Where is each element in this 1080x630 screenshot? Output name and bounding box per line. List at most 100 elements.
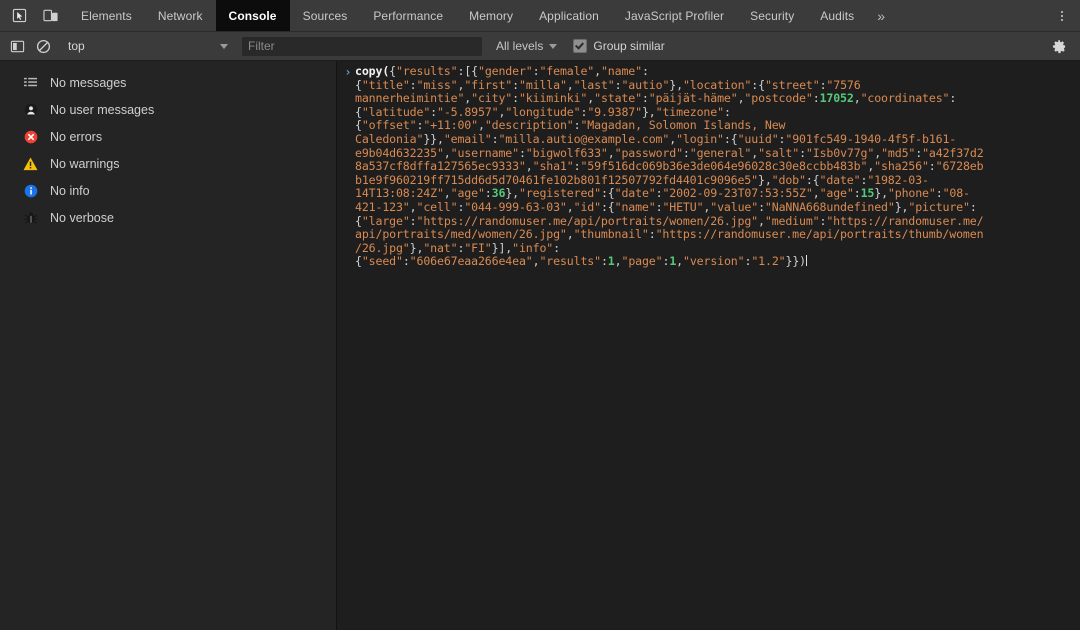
- code-token-str: "large": [361, 213, 410, 228]
- code-token-str: "first": [464, 77, 513, 92]
- code-token-str: "street": [764, 77, 820, 92]
- code-token-pun: :: [512, 91, 519, 106]
- code-token-pun: },: [669, 77, 683, 92]
- code-token-str: "thumbnail": [573, 227, 649, 242]
- code-token-str: "milla.autio@example.com": [498, 131, 670, 146]
- code-token-str: "seed": [361, 254, 403, 269]
- sidebar-item-messages[interactable]: No messages: [0, 69, 336, 96]
- device-toolbar-icon[interactable]: [38, 4, 64, 28]
- prompt-arrow-icon: ›: [344, 65, 352, 79]
- code-token-str: "date": [614, 186, 656, 201]
- sidebar-item-errors[interactable]: No errors: [0, 123, 336, 150]
- tab-audits[interactable]: Audits: [807, 0, 867, 31]
- tabbar-tool-icons: [0, 0, 68, 31]
- code-token-str: "offset": [361, 118, 417, 133]
- code-token-str: "info": [512, 240, 554, 255]
- code-token-pun: },: [409, 240, 424, 255]
- code-token-str: "version": [683, 254, 745, 269]
- tab-performance[interactable]: Performance: [360, 0, 456, 31]
- code-token-str: "gender": [477, 64, 533, 78]
- tab-javascript-profiler[interactable]: JavaScript Profiler: [612, 0, 737, 31]
- code-token-pun: ,: [477, 118, 485, 133]
- console-body: No messages No user messages No errors N…: [0, 61, 1080, 630]
- code-token-str: "general": [689, 145, 752, 160]
- sidebar-item-verbose[interactable]: No verbose: [0, 204, 336, 231]
- filter-input[interactable]: [242, 36, 482, 56]
- code-token-str: "cell": [416, 199, 458, 214]
- console-filterbar: top All levels Group similar: [0, 32, 1080, 61]
- code-token-str: "HETU": [662, 199, 704, 214]
- code-token-pun: :{: [600, 199, 615, 214]
- console-expression-code[interactable]: copy({"results":[{"gender":"female","nam…: [355, 64, 1074, 269]
- code-token-pun: :: [409, 77, 417, 92]
- code-token-pun: :: [799, 145, 806, 160]
- code-token-fn: copy(: [355, 64, 390, 78]
- code-token-str: "milla": [518, 77, 567, 92]
- code-token-str: "username": [450, 145, 519, 160]
- text-cursor: [805, 255, 807, 267]
- execution-context-select[interactable]: top: [60, 35, 234, 57]
- code-token-str: "NaNNA668undefined": [764, 199, 895, 214]
- info-icon: [23, 183, 38, 198]
- code-token-pun: :{: [751, 77, 765, 92]
- code-token-str: "city": [471, 91, 513, 106]
- clear-console-icon[interactable]: [30, 35, 56, 57]
- sidebar-item-user-messages[interactable]: No user messages: [0, 96, 336, 123]
- console-sidebar: No messages No user messages No errors N…: [0, 61, 337, 630]
- tab-console[interactable]: Console: [215, 0, 290, 31]
- group-similar-checkbox[interactable]: Group similar: [573, 39, 665, 53]
- code-token-str: "medium": [764, 213, 820, 228]
- code-token-str: "date": [819, 172, 861, 187]
- code-token-str: "postcode": [744, 91, 813, 106]
- code-token-str: "uuid": [737, 131, 779, 146]
- code-token-pun: },: [894, 199, 909, 214]
- inspect-element-icon[interactable]: [6, 4, 32, 28]
- tab-network[interactable]: Network: [145, 0, 216, 31]
- code-token-pun: }],: [491, 240, 513, 255]
- code-token-pun: :: [402, 254, 410, 269]
- code-token-str: "name": [614, 199, 656, 214]
- code-token-str: "name": [600, 64, 642, 78]
- code-token-str: "FI": [464, 240, 492, 255]
- sidebar-toggle-icon[interactable]: [4, 35, 30, 57]
- sidebar-item-info[interactable]: No info: [0, 177, 336, 204]
- code-token-pun: :: [518, 145, 526, 160]
- log-levels-select[interactable]: All levels: [496, 39, 558, 53]
- sidebar-item-warnings[interactable]: No warnings: [0, 150, 336, 177]
- code-token-str: "+11:00": [423, 118, 478, 133]
- gear-icon[interactable]: [1046, 35, 1072, 57]
- code-token-pun: },: [505, 186, 519, 201]
- warning-icon: [23, 156, 38, 171]
- kebab-menu-icon[interactable]: [1052, 4, 1072, 28]
- code-token-str: "longitude": [505, 104, 581, 119]
- console-entry[interactable]: › copy({"results":[{"gender":"female","n…: [337, 61, 1080, 269]
- code-token-str: "md5": [881, 145, 916, 160]
- code-token-pun: :: [928, 159, 936, 174]
- code-token-str: "nat": [423, 240, 458, 255]
- code-token-str: "coordinates": [860, 91, 950, 106]
- checkbox-icon: [573, 39, 588, 53]
- more-tabs-icon[interactable]: »: [867, 0, 895, 31]
- code-token-str: "1.2": [751, 254, 786, 269]
- code-token-str: "sha256": [874, 159, 929, 174]
- code-token-str: "login": [676, 131, 724, 146]
- code-token-pun: :: [484, 186, 492, 201]
- error-icon: [23, 129, 38, 144]
- log-levels-label: All levels: [496, 39, 544, 53]
- code-token-pun: ,: [566, 227, 574, 242]
- tab-sources[interactable]: Sources: [290, 0, 361, 31]
- tab-memory[interactable]: Memory: [456, 0, 526, 31]
- code-token-pun: ,: [676, 254, 683, 269]
- code-token-pun: ,: [607, 145, 615, 160]
- tab-application[interactable]: Application: [526, 0, 612, 31]
- code-token-pun: },: [641, 104, 656, 119]
- tab-security[interactable]: Security: [737, 0, 807, 31]
- console-output-pane[interactable]: › copy({"results":[{"gender":"female","n…: [337, 61, 1080, 630]
- sidebar-item-label: No errors: [50, 129, 103, 144]
- tab-elements[interactable]: Elements: [68, 0, 145, 31]
- code-token-str: "59f516dc069b36e3de064e96028c30e8ccbb483…: [580, 159, 868, 174]
- sidebar-item-label: No info: [50, 183, 90, 198]
- code-token-num: 17052: [819, 91, 854, 106]
- devtools-window: Elements Network Console Sources Perform…: [0, 0, 1080, 630]
- code-token-str: "kiiminki": [518, 91, 588, 106]
